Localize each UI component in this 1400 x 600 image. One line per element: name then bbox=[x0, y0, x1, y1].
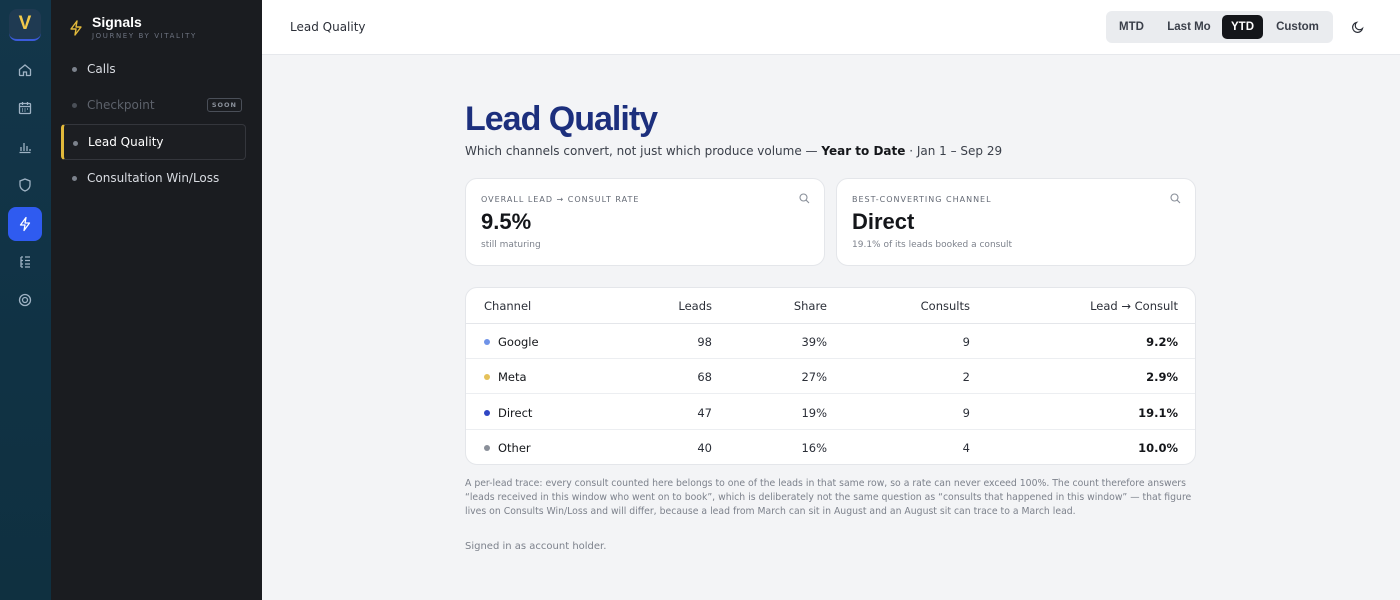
sidebar-item-consultation-win-loss[interactable]: Consultation Win/Loss bbox=[61, 160, 246, 196]
logo-letter: V bbox=[18, 13, 32, 34]
header-consults: Consults bbox=[920, 299, 970, 313]
sidebar-item-label: Consultation Win/Loss bbox=[87, 171, 220, 185]
breadcrumb: Lead Quality bbox=[290, 20, 366, 34]
range-last-month-button[interactable]: Last Mo bbox=[1157, 15, 1221, 39]
cell-consults: 2 bbox=[962, 370, 970, 384]
card-value: 9.5% bbox=[481, 209, 532, 234]
tree-list-icon[interactable] bbox=[8, 245, 42, 279]
sidebar-item-label: Calls bbox=[87, 62, 116, 76]
bullet-icon bbox=[73, 141, 78, 146]
sidebar-item-label: Lead Quality bbox=[88, 135, 164, 149]
date-range-selector: MTD Last Mo YTD Custom bbox=[1106, 11, 1333, 43]
card-note: 19.1% of its leads booked a consult bbox=[852, 240, 1013, 250]
header-share: Share bbox=[793, 299, 827, 313]
sidebar-item-label: Checkpoint bbox=[87, 98, 155, 112]
table-row: Meta 68 27% 2 2.9% bbox=[466, 359, 1195, 394]
header-rate: Lead → Consult bbox=[1090, 299, 1178, 313]
calendar-icon[interactable] bbox=[8, 91, 42, 125]
cell-share: 19% bbox=[801, 406, 827, 420]
cell-rate: 2.9% bbox=[1146, 370, 1178, 384]
cell-share: 16% bbox=[801, 441, 827, 455]
signed-in-status: Signed in as account holder. bbox=[465, 541, 607, 552]
brand-bolt-icon bbox=[70, 20, 82, 36]
magnifier-icon[interactable] bbox=[1170, 193, 1181, 204]
header-channel: Channel bbox=[484, 299, 532, 313]
shield-icon[interactable] bbox=[8, 168, 42, 202]
icon-rail: V bbox=[0, 0, 51, 600]
subtitle-dates: · Jan 1 – Sep 29 bbox=[909, 144, 1003, 158]
overall-rate-card: OVERALL LEAD → CONSULT RATE 9.5% still m… bbox=[465, 178, 825, 266]
card-note: still maturing bbox=[481, 240, 541, 250]
card-value: Direct bbox=[852, 209, 915, 234]
sidebar-item-calls[interactable]: Calls bbox=[61, 51, 246, 87]
channel-dot-icon bbox=[484, 374, 490, 380]
bullet-icon bbox=[72, 176, 77, 181]
sidebar-item-lead-quality[interactable]: Lead Quality bbox=[61, 124, 246, 160]
brand-subtitle: JOURNEY BY VITALITY bbox=[92, 32, 197, 40]
cell-share: 27% bbox=[801, 370, 827, 384]
home-icon[interactable] bbox=[8, 53, 42, 87]
magnifier-icon[interactable] bbox=[799, 193, 810, 204]
range-custom-button[interactable]: Custom bbox=[1266, 15, 1329, 39]
range-ytd-button[interactable]: YTD bbox=[1222, 15, 1263, 39]
channel-dot-icon bbox=[484, 339, 490, 345]
page-subtitle: Which channels convert, not just which p… bbox=[465, 144, 1002, 158]
bar-chart-icon[interactable] bbox=[8, 130, 42, 164]
range-mtd-button[interactable]: MTD bbox=[1110, 15, 1153, 39]
header-leads: Leads bbox=[678, 299, 712, 313]
cell-consults: 9 bbox=[962, 406, 970, 420]
cell-rate: 19.1% bbox=[1138, 406, 1178, 420]
table-header: Channel Leads Share Consults Lead → Cons… bbox=[466, 288, 1195, 324]
moon-icon[interactable] bbox=[1351, 20, 1365, 34]
cell-share: 39% bbox=[801, 335, 827, 349]
cell-leads: 98 bbox=[697, 335, 712, 349]
cell-leads: 40 bbox=[697, 441, 712, 455]
soon-badge: SOON bbox=[206, 98, 242, 112]
channel-dot-icon bbox=[484, 410, 490, 416]
bullet-icon bbox=[72, 67, 77, 72]
top-bar: Lead Quality MTD Last Mo YTD Custom bbox=[262, 0, 1400, 55]
cell-consults: 9 bbox=[962, 335, 970, 349]
methodology-footnote: A per-lead trace: every consult counted … bbox=[465, 478, 1192, 517]
cell-leads: 47 bbox=[697, 406, 712, 420]
cell-consults: 4 bbox=[962, 441, 970, 455]
bolt-icon[interactable] bbox=[8, 207, 42, 241]
subtitle-period: Year to Date bbox=[821, 144, 906, 158]
table-row: Direct 47 19% 9 19.1% bbox=[466, 395, 1195, 430]
page-title: Lead Quality bbox=[465, 100, 658, 138]
card-label: BEST-CONVERTING CHANNEL bbox=[852, 195, 992, 204]
best-channel-card: BEST-CONVERTING CHANNEL Direct 19.1% of … bbox=[836, 178, 1196, 266]
brand-title: Signals bbox=[92, 14, 142, 30]
cell-channel: Direct bbox=[498, 406, 533, 420]
cell-leads: 68 bbox=[697, 370, 712, 384]
bullet-icon bbox=[72, 103, 77, 108]
cell-rate: 10.0% bbox=[1138, 441, 1178, 455]
subtitle-prefix: Which channels convert, not just which p… bbox=[465, 144, 818, 158]
table-row: Other 40 16% 4 10.0% bbox=[466, 430, 1195, 464]
channel-table: Channel Leads Share Consults Lead → Cons… bbox=[465, 287, 1196, 465]
app-logo[interactable]: V bbox=[9, 9, 41, 41]
sidebar: Signals JOURNEY BY VITALITY Calls Checkp… bbox=[51, 0, 262, 600]
card-label: OVERALL LEAD → CONSULT RATE bbox=[481, 195, 640, 204]
channel-dot-icon bbox=[484, 445, 490, 451]
table-row: Google 98 39% 9 9.2% bbox=[466, 324, 1195, 359]
target-icon[interactable] bbox=[8, 283, 42, 317]
cell-rate: 9.2% bbox=[1146, 335, 1178, 349]
cell-channel: Other bbox=[498, 441, 531, 455]
cell-channel: Meta bbox=[498, 370, 527, 384]
cell-channel: Google bbox=[498, 335, 539, 349]
sidebar-item-checkpoint: Checkpoint SOON bbox=[61, 87, 246, 123]
